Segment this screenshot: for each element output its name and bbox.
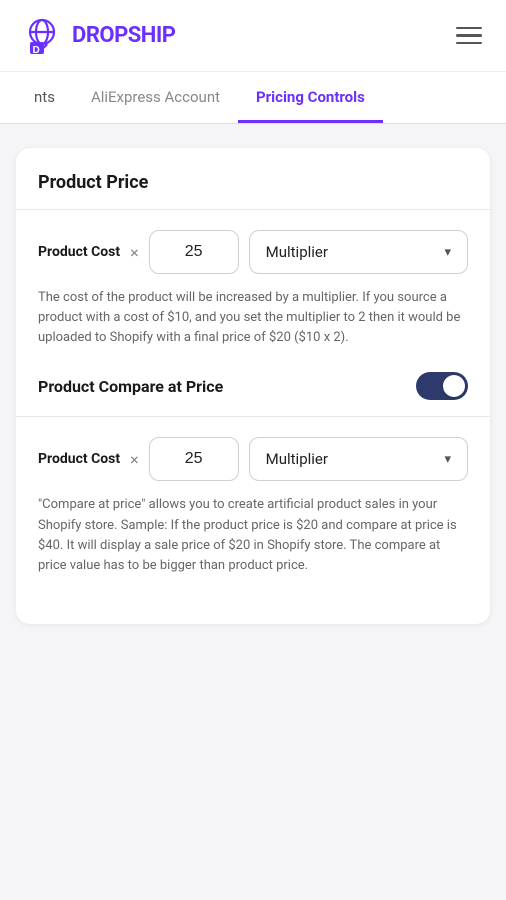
header: D DROPSHIP xyxy=(0,0,506,72)
multiplier-label-1: Multiplier xyxy=(266,243,328,261)
divider-1 xyxy=(16,209,490,210)
pricing-card: Product Price Product Cost × Multiplier … xyxy=(16,148,490,624)
product-price-row: Product Cost × Multiplier ▾ xyxy=(38,230,468,274)
product-price-description: The cost of the product will be increase… xyxy=(38,288,468,348)
chevron-down-icon-1: ▾ xyxy=(444,245,451,260)
product-cost-label-2: Product Cost xyxy=(38,450,120,468)
compare-price-description: "Compare at price" allows you to create … xyxy=(38,495,468,576)
multiplier-label-2: Multiplier xyxy=(266,450,328,468)
compare-price-row: Product Cost × Multiplier ▾ xyxy=(38,437,468,481)
multiplier-dropdown-2[interactable]: Multiplier ▾ xyxy=(249,437,468,481)
menu-button[interactable] xyxy=(452,23,486,49)
tab-pricing-controls[interactable]: Pricing Controls xyxy=(238,72,383,123)
svg-text:D: D xyxy=(33,45,40,56)
chevron-down-icon-2: ▾ xyxy=(444,452,451,467)
tab-aliexpress[interactable]: AliExpress Account xyxy=(73,72,238,123)
compare-header: Product Compare at Price xyxy=(38,372,468,400)
logo: D DROPSHIP xyxy=(20,14,175,58)
logo-text: DROPSHIP xyxy=(72,23,175,48)
compare-price-title: Product Compare at Price xyxy=(38,377,223,396)
tab-navigation: nts AliExpress Account Pricing Controls xyxy=(0,72,506,124)
product-cost-input-1[interactable] xyxy=(149,230,239,274)
multiplier-dropdown-1[interactable]: Multiplier ▾ xyxy=(249,230,468,274)
logo-icon: D xyxy=(20,14,64,58)
product-cost-input-2[interactable] xyxy=(149,437,239,481)
divider-2 xyxy=(16,416,490,417)
product-cost-label-1: Product Cost xyxy=(38,243,120,261)
main-content: Product Price Product Cost × Multiplier … xyxy=(0,124,506,648)
multiply-sign-1: × xyxy=(130,243,139,262)
product-price-title: Product Price xyxy=(38,172,468,193)
tab-nts[interactable]: nts xyxy=(16,72,73,123)
compare-price-toggle[interactable] xyxy=(416,372,468,400)
multiply-sign-2: × xyxy=(130,450,139,469)
